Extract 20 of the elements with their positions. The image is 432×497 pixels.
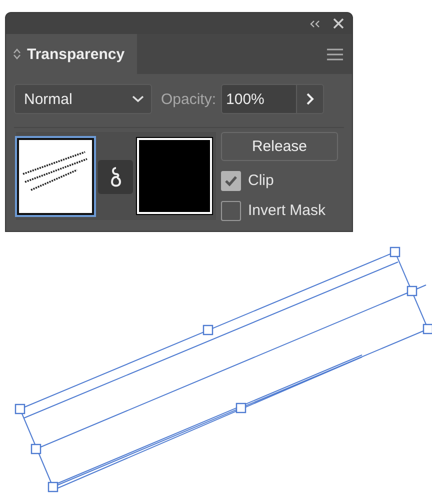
blend-mode-dropdown[interactable]: Normal bbox=[14, 84, 152, 114]
opacity-arrow-button[interactable] bbox=[297, 84, 324, 114]
checkbox-label: Invert Mask bbox=[248, 202, 326, 219]
chevron-right-icon bbox=[306, 93, 314, 105]
link-icon[interactable] bbox=[98, 160, 133, 194]
checkmark-icon bbox=[224, 174, 238, 186]
opacity-label: Opacity: bbox=[161, 90, 216, 108]
up-down-arrows-icon bbox=[13, 48, 21, 60]
panel-tab[interactable]: Transparency bbox=[6, 34, 137, 74]
collapse-icon[interactable] bbox=[310, 20, 321, 28]
opacity-mask-thumbnail[interactable] bbox=[137, 138, 212, 214]
release-button[interactable]: Release bbox=[221, 132, 338, 161]
checkbox[interactable] bbox=[221, 170, 241, 190]
checkbox-label: Clip bbox=[248, 172, 274, 189]
menu-icon[interactable] bbox=[327, 48, 343, 60]
checkbox[interactable] bbox=[221, 200, 241, 220]
artwork-thumbnail[interactable] bbox=[17, 138, 94, 215]
opacity-field[interactable]: 100% bbox=[221, 84, 298, 114]
close-icon[interactable] bbox=[333, 18, 344, 29]
chevron-down-icon bbox=[132, 95, 144, 103]
